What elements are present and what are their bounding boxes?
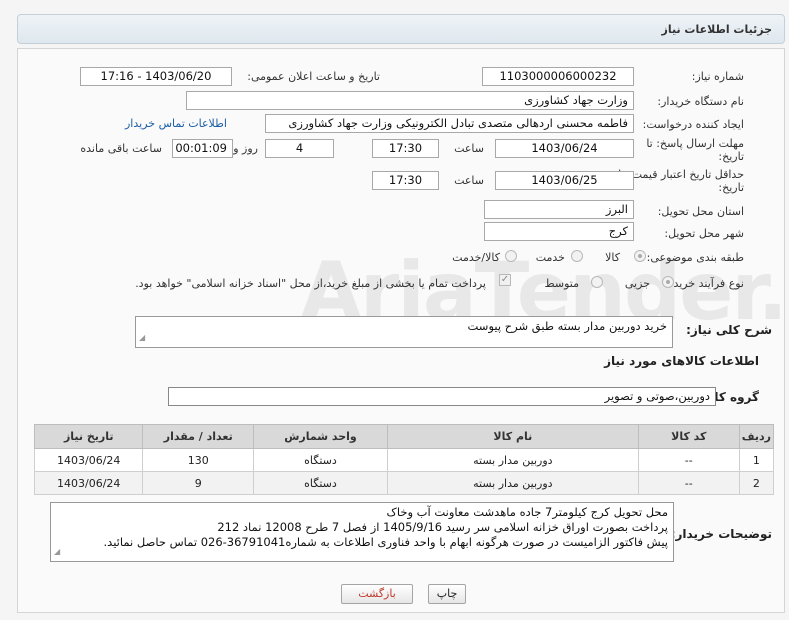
deadline-label: مهلت ارسال پاسخ: تا (646, 137, 744, 150)
cell-item-name: دوربین مدار بسته (386, 471, 639, 495)
category-goods-radio[interactable] (634, 250, 646, 262)
purchase-type-label: نوع فرآیند خرید : (666, 277, 744, 290)
buyer-org-field: وزارت جهاد کشاورزی (186, 91, 634, 110)
purchase-minor-label: جزیی (624, 277, 650, 290)
validity-label-date: تاریخ: (718, 181, 744, 194)
print-button[interactable]: چاپ (428, 584, 466, 604)
cell-item-code: -- (637, 448, 740, 472)
treasury-payment-checkbox[interactable]: ✓ (499, 274, 511, 286)
days-remaining-field: 4 (265, 139, 334, 158)
page-title: جزئیات اطلاعات نیاز (661, 23, 773, 36)
creator-field: فاطمه محسنی اردهالی متصدی تبادل الکترونی… (265, 114, 634, 133)
cell-need-date: 1403/06/24 (33, 448, 144, 472)
col-item-code: کد کالا (637, 424, 740, 449)
description-label: شرح کلی نیاز: (686, 323, 772, 337)
table-row: 2 -- دوربین مدار بسته دستگاه 9 1403/06/2… (33, 471, 775, 495)
goods-table-header: ردیف کد کالا نام کالا واحد شمارش تعداد /… (33, 424, 775, 449)
purchase-medium-radio[interactable] (591, 276, 603, 288)
province-field: البرز (484, 200, 634, 219)
back-button[interactable]: بازگشت (341, 584, 413, 604)
time-remaining-label: ساعت باقی مانده (80, 142, 162, 155)
resize-grip-icon[interactable]: ◢ (54, 544, 60, 559)
deadline-date-field: 1403/06/24 (495, 139, 634, 158)
description-textarea: خرید دوربین مدار بسته طبق شرح پیوست ◢ (135, 316, 673, 348)
description-text: خرید دوربین مدار بسته طبق شرح پیوست (467, 319, 667, 333)
col-need-date: تاریخ نیاز (33, 424, 144, 449)
deadline-label-date: تاریخ: (718, 150, 744, 163)
need-number-field: 1103000006000232 (482, 67, 634, 86)
validity-label: حداقل تاریخ اعتبار قیمت: تا (618, 168, 744, 181)
category-service-label: خدمت (535, 251, 565, 264)
buyer-org-label: نام دستگاه خریدار: (657, 95, 744, 108)
deadline-time-label: ساعت (454, 142, 484, 155)
announce-date-label: تاریخ و ساعت اعلان عمومی: (247, 70, 380, 83)
treasury-payment-note: پرداخت تمام یا بخشی از مبلغ خرید،از محل … (135, 277, 486, 290)
time-remaining-field: 00:01:09 (172, 139, 233, 158)
cell-row-number: 2 (738, 471, 775, 495)
validity-time-field: 17:30 (372, 171, 439, 190)
buyer-notes-line: پیش فاکتور الزامیست در صورت هرگونه ابهام… (103, 535, 668, 549)
buyer-notes-line: محل تحویل کرج کیلومتر7 جاده ماهدشت معاون… (386, 505, 668, 519)
creator-label: ایجاد کننده درخواست: (642, 118, 744, 131)
table-row: 1 -- دوربین مدار بسته دستگاه 130 1403/06… (33, 448, 775, 472)
buyer-contact-link[interactable]: اطلاعات تماس خریدار (125, 117, 227, 130)
page-header: جزئیات اطلاعات نیاز (17, 14, 785, 44)
purchase-medium-label: متوسط (544, 277, 579, 290)
validity-date-field: 1403/06/25 (495, 171, 634, 190)
col-row-number: ردیف (738, 424, 775, 449)
buyer-notes-line: پرداخت بصورت اوراق خزانه اسلامی سر رسید … (217, 520, 668, 534)
category-label: طبقه بندی موضوعی: (646, 251, 744, 264)
city-field: کرج (484, 222, 634, 241)
goods-section-title: اطلاعات کالاهای مورد نیاز (604, 354, 759, 368)
buyer-notes-label: توضیحات خریدار: (670, 527, 772, 541)
need-number-label: شماره نیاز: (691, 70, 744, 83)
col-quantity: تعداد / مقدار (142, 424, 255, 449)
category-service-radio[interactable] (571, 250, 583, 262)
category-both-label: کالا/خدمت (452, 251, 500, 264)
announce-date-field: 1403/06/20 - 17:16 (80, 67, 232, 86)
deadline-time-field: 17:30 (372, 139, 439, 158)
purchase-minor-radio[interactable] (662, 276, 674, 288)
resize-grip-icon[interactable]: ◢ (139, 330, 145, 345)
goods-group-field: دوربین،صوتی و تصویر (168, 387, 716, 406)
city-label: شهر محل تحویل: (664, 227, 744, 240)
cell-unit: دستگاه (253, 448, 388, 472)
cell-unit: دستگاه (253, 471, 388, 495)
validity-time-label: ساعت (454, 174, 484, 187)
category-both-radio[interactable] (505, 250, 517, 262)
cell-row-number: 1 (738, 448, 775, 472)
cell-need-date: 1403/06/24 (33, 471, 144, 495)
buyer-notes-textarea: محل تحویل کرج کیلومتر7 جاده ماهدشت معاون… (50, 502, 674, 562)
days-label: روز و (233, 142, 258, 155)
cell-quantity: 130 (142, 448, 255, 472)
category-goods-label: کالا (605, 251, 620, 264)
col-item-name: نام کالا (386, 424, 639, 449)
goods-table: ردیف کد کالا نام کالا واحد شمارش تعداد /… (33, 424, 775, 495)
cell-quantity: 9 (142, 471, 255, 495)
province-label: استان محل تحویل: (657, 205, 744, 218)
cell-item-name: دوربین مدار بسته (386, 448, 639, 472)
col-unit: واحد شمارش (253, 424, 388, 449)
cell-item-code: -- (637, 471, 740, 495)
